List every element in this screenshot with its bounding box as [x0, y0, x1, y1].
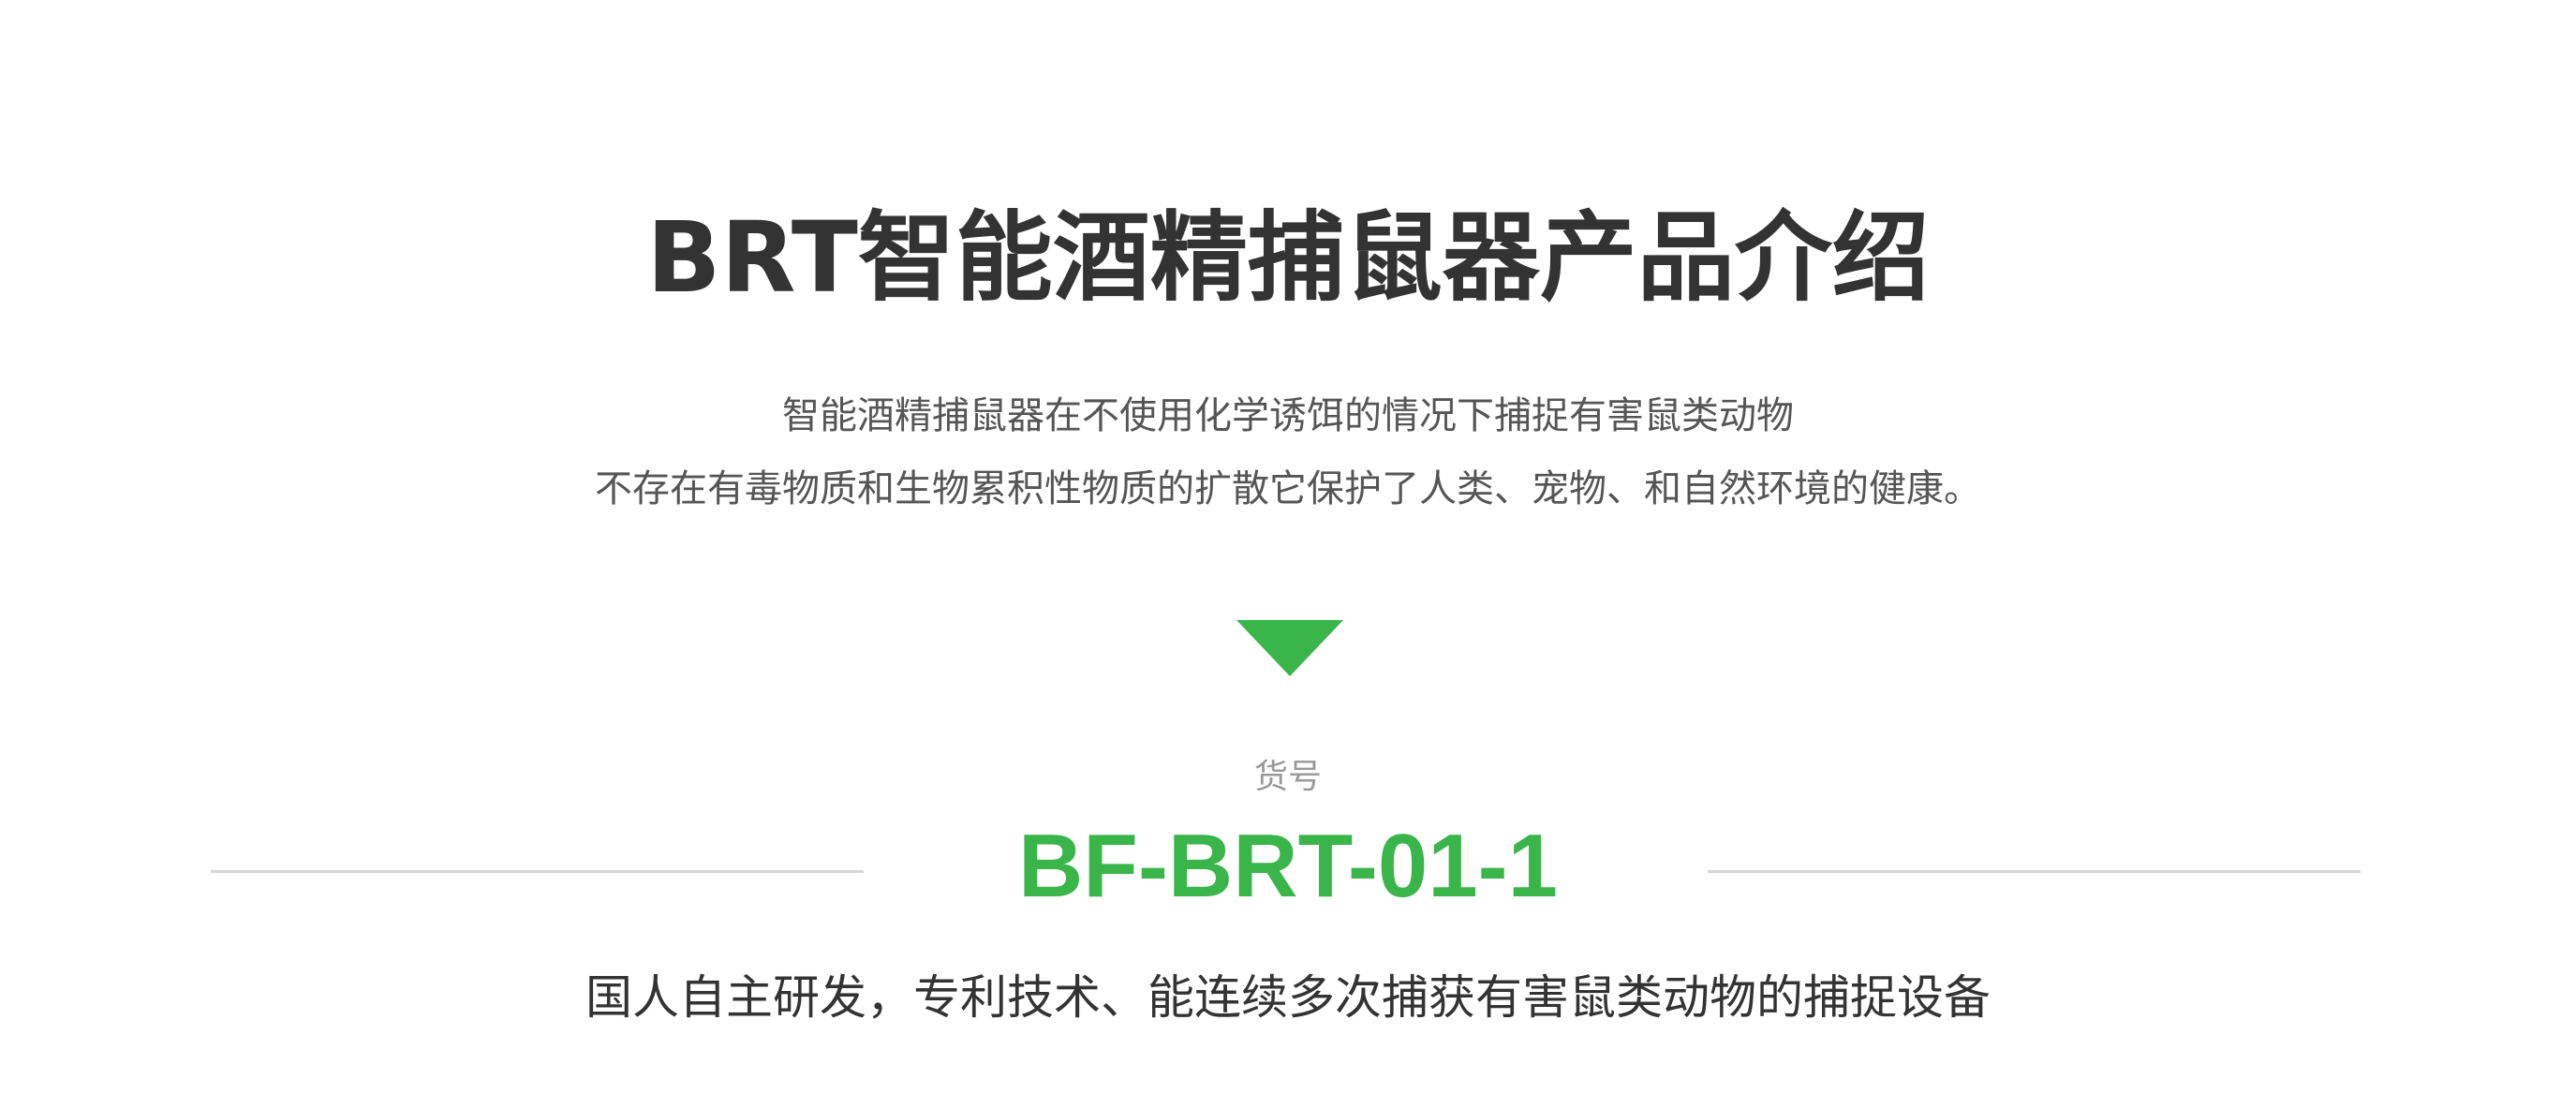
intro-text: 智能酒精捕鼠器在不使用化学诱饵的情况下捕捉有害鼠类动物 不存在有毒物质和生物累积… — [0, 379, 2576, 525]
sku-label: 货号 — [1253, 758, 1322, 796]
sku-code: BF-BRT-01-1 — [1017, 816, 1559, 916]
product-tagline: 国人自主研发，专利技术、能连续多次捕获有害鼠类动物的捕捉设备 — [585, 970, 1991, 1025]
divider-right — [1708, 870, 2361, 873]
intro-line-2: 不存在有毒物质和生物累积性物质的扩散它保护了人类、宠物、和自然环境的健康。 — [595, 467, 1981, 510]
page-title: BRT智能酒精捕鼠器产品介绍 — [646, 200, 1930, 315]
down-triangle-icon — [1236, 620, 1343, 676]
intro-line-1: 智能酒精捕鼠器在不使用化学诱饵的情况下捕捉有害鼠类动物 — [782, 394, 1794, 437]
